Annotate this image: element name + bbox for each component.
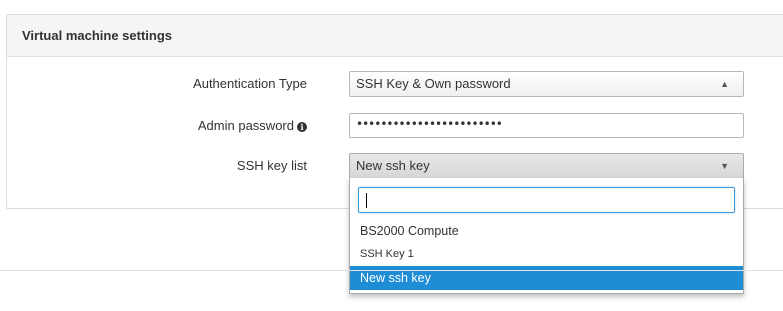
- ssh-key-list-value: New ssh key: [356, 158, 430, 173]
- info-circle-icon[interactable]: i: [297, 122, 307, 132]
- chevron-down-icon: ▼: [720, 161, 729, 171]
- admin-password-label-text: Admin password: [197, 118, 294, 133]
- section-divider: [0, 270, 783, 271]
- ssh-key-list-label: SSH key list: [236, 158, 307, 173]
- panel-title: Virtual machine settings: [7, 15, 783, 57]
- authentication-type-value: SSH Key & Own password: [356, 76, 511, 91]
- dropdown-search-input[interactable]: [358, 187, 735, 213]
- authentication-type-label: Authentication Type: [193, 76, 307, 91]
- authentication-type-select[interactable]: SSH Key & Own password ▲: [349, 71, 744, 97]
- dropdown-option[interactable]: BS2000 Compute: [350, 220, 743, 242]
- admin-password-label: Admin password i: [198, 118, 307, 133]
- dropdown-option[interactable]: SSH Key 1: [350, 243, 743, 265]
- admin-password-field[interactable]: ••••••••••••••••••••••••: [349, 113, 744, 138]
- ssh-key-list-select[interactable]: New ssh key ▼: [349, 153, 744, 179]
- chevron-up-icon: ▲: [720, 79, 729, 89]
- ssh-key-dropdown: BS2000 Compute SSH Key 1 New ssh key: [349, 178, 744, 294]
- text-caret: [366, 193, 367, 208]
